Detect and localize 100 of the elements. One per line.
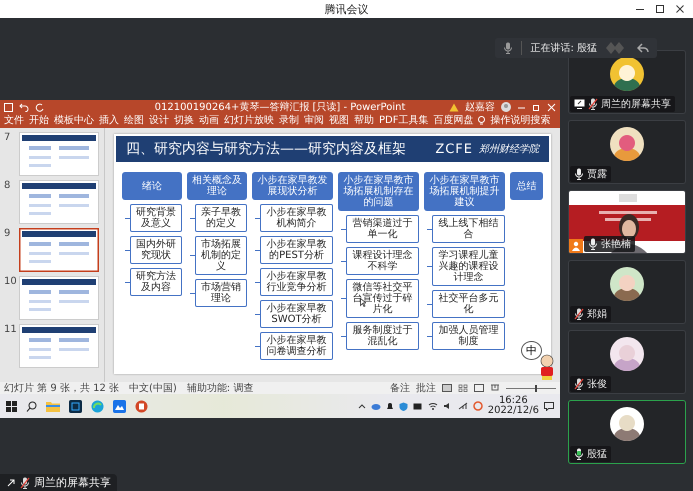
windows-icon[interactable] xyxy=(6,400,17,412)
ribbon-tab[interactable]: 帮助 xyxy=(354,115,374,127)
slide-number: 10 xyxy=(4,276,16,287)
ribbon-tab[interactable]: 切换 xyxy=(174,115,194,127)
ribbon-tab[interactable]: PDF工具集 xyxy=(379,115,428,127)
ribbon-tab[interactable]: 录制 xyxy=(279,115,299,127)
avatar xyxy=(610,267,644,301)
ribbon-tab[interactable]: 百度网盘 xyxy=(433,115,474,127)
reading-view-icon[interactable] xyxy=(474,384,484,392)
diagram-heading: 小步在家早教发展现状分析 xyxy=(252,172,333,200)
clock[interactable]: 16:26 2022/12/6 xyxy=(488,396,539,416)
logo: ZCFE xyxy=(435,142,473,156)
user-avatar-icon xyxy=(501,102,511,112)
slide-number: 7 xyxy=(4,132,12,143)
mic-icon xyxy=(503,42,514,54)
diagram-box: 营销渠道过于单一化 xyxy=(346,215,419,243)
ribbon-tab[interactable]: 文件 xyxy=(4,115,24,127)
diagram-box: 亲子早教的定义 xyxy=(195,204,247,232)
avatar xyxy=(610,127,644,161)
language-status[interactable]: 中文(中国) xyxy=(128,381,177,395)
notes-button[interactable]: 备注 xyxy=(390,381,410,395)
school-name: 郑州财经学院 xyxy=(479,142,539,156)
diagram-box: 小步在家早教行业竞争分析 xyxy=(260,268,333,296)
user-name[interactable]: 赵嘉容 xyxy=(465,100,495,114)
accessibility-status[interactable]: 辅助功能: 调查 xyxy=(186,381,254,395)
diagram-box: 学习课程儿童兴趣的课程设计理念 xyxy=(432,247,505,286)
close-icon[interactable] xyxy=(675,4,685,14)
document-title: 012100190264+黄琴—答辩汇报 [只读] - PowerPoint xyxy=(154,102,406,113)
network-icon[interactable] xyxy=(458,402,468,410)
caret-icon[interactable] xyxy=(358,403,366,409)
ribbon-tab[interactable]: 模板中心 xyxy=(54,115,94,127)
zoom-slider-thumb[interactable] xyxy=(534,384,537,392)
normal-view-icon[interactable] xyxy=(442,384,452,392)
participant-name: 殷猛 xyxy=(587,448,607,461)
share-screen-icon xyxy=(6,478,16,488)
ribbon-tab[interactable]: 审阅 xyxy=(304,115,324,127)
diagram-box: 微信等社交平台宣传过于碎片化 xyxy=(346,279,419,318)
diagram-heading: 总结 xyxy=(510,172,543,200)
ribbon-tab[interactable]: 绘图 xyxy=(124,115,144,127)
ribbon-tab[interactable]: 插入 xyxy=(99,115,119,127)
diagram-box: 小步在家早教SWOT分析 xyxy=(260,300,333,328)
diagram-box: 线上线下相结合 xyxy=(432,215,505,243)
window-title: 腾讯会议 xyxy=(324,2,368,16)
sharer-name: 周兰的屏幕共享 xyxy=(34,475,111,490)
redo-icon[interactable] xyxy=(35,102,44,112)
avatar xyxy=(610,337,644,371)
notification-icon[interactable] xyxy=(544,401,554,411)
avatar xyxy=(610,407,644,441)
ribbon-tab[interactable]: 动画 xyxy=(199,115,219,127)
battery-icon[interactable] xyxy=(412,402,423,410)
ribbon-tab[interactable]: 视图 xyxy=(329,115,349,127)
back-arrow-icon[interactable] xyxy=(637,42,649,54)
diagram-box: 市场拓展机制的定义 xyxy=(195,236,247,275)
lightbulb-icon xyxy=(478,116,486,126)
folder-icon[interactable] xyxy=(46,400,60,412)
diagram-box: 研究方法及内容 xyxy=(130,268,182,296)
diagram-box: 小步在家早教的PEST分析 xyxy=(260,236,333,264)
slideshow-icon[interactable] xyxy=(490,384,500,392)
diagram-heading: 相关概念及理论 xyxy=(187,172,247,200)
speaker-status: 正在讲话: 殷猛 xyxy=(530,42,597,55)
diagram-heading: 绪论 xyxy=(122,172,182,200)
diagram-box: 小步在家早教问卷调查分析 xyxy=(260,332,333,360)
search-field[interactable]: 操作说明搜索 xyxy=(490,115,550,127)
diagram-box: 小步在家早教机构简介 xyxy=(260,204,333,232)
participant-name: 周兰的屏幕共享 xyxy=(601,98,671,111)
slide-number: 9 xyxy=(4,228,12,239)
participant-name: 张艳楠 xyxy=(601,238,631,251)
search-icon[interactable] xyxy=(26,400,37,412)
warning-icon xyxy=(449,102,459,112)
undo-icon[interactable] xyxy=(19,102,29,112)
slide-title: 四、研究内容与研究方法——研究内容及框架 xyxy=(126,140,406,158)
avatar xyxy=(610,57,644,91)
save-icon[interactable] xyxy=(4,102,13,112)
diagram-heading: 小步在家早教市场拓展机制存在的问题 xyxy=(338,172,419,211)
ribbon-tab[interactable]: 设计 xyxy=(149,115,169,127)
wifi-icon[interactable] xyxy=(428,402,438,410)
diagram-box: 研究背景及意义 xyxy=(130,204,182,232)
participant-name: 张俊 xyxy=(587,378,607,391)
diagram-box: 国内外研究现状 xyxy=(130,236,182,264)
diagram-box: 市场营销理论 xyxy=(195,279,247,307)
restore-icon[interactable] xyxy=(532,102,541,112)
shield-icon[interactable] xyxy=(398,402,408,410)
participant-name: 郑娟 xyxy=(587,308,607,321)
slide-info: 幻灯片 第 9 张，共 12 张 xyxy=(4,382,119,395)
ribbon-tab[interactable]: 开始 xyxy=(29,115,49,127)
diagram-heading: 小步在家早教市场拓展机制提升建议 xyxy=(424,172,505,211)
diagram-box: 社交平台多元化 xyxy=(432,290,505,318)
cloud-icon[interactable] xyxy=(370,402,381,410)
diagram-box: 课程设计理念不科学 xyxy=(346,247,419,275)
slide-number: 8 xyxy=(4,180,12,191)
participant-name: 贾露 xyxy=(587,168,607,181)
slide-thumbnail[interactable] xyxy=(19,228,99,272)
mountain-app-icon[interactable] xyxy=(113,400,126,412)
comments-button[interactable]: 批注 xyxy=(416,381,436,395)
bell-icon[interactable] xyxy=(386,402,394,410)
ribbon-tab[interactable]: 幻灯片放映 xyxy=(224,115,274,127)
diagram-box: 加强人员管理制度 xyxy=(432,322,505,350)
maximize-icon[interactable] xyxy=(655,4,665,14)
diagram-box: 服务制度过于混乱化 xyxy=(346,322,419,350)
grid-view-icon[interactable] xyxy=(458,384,468,392)
